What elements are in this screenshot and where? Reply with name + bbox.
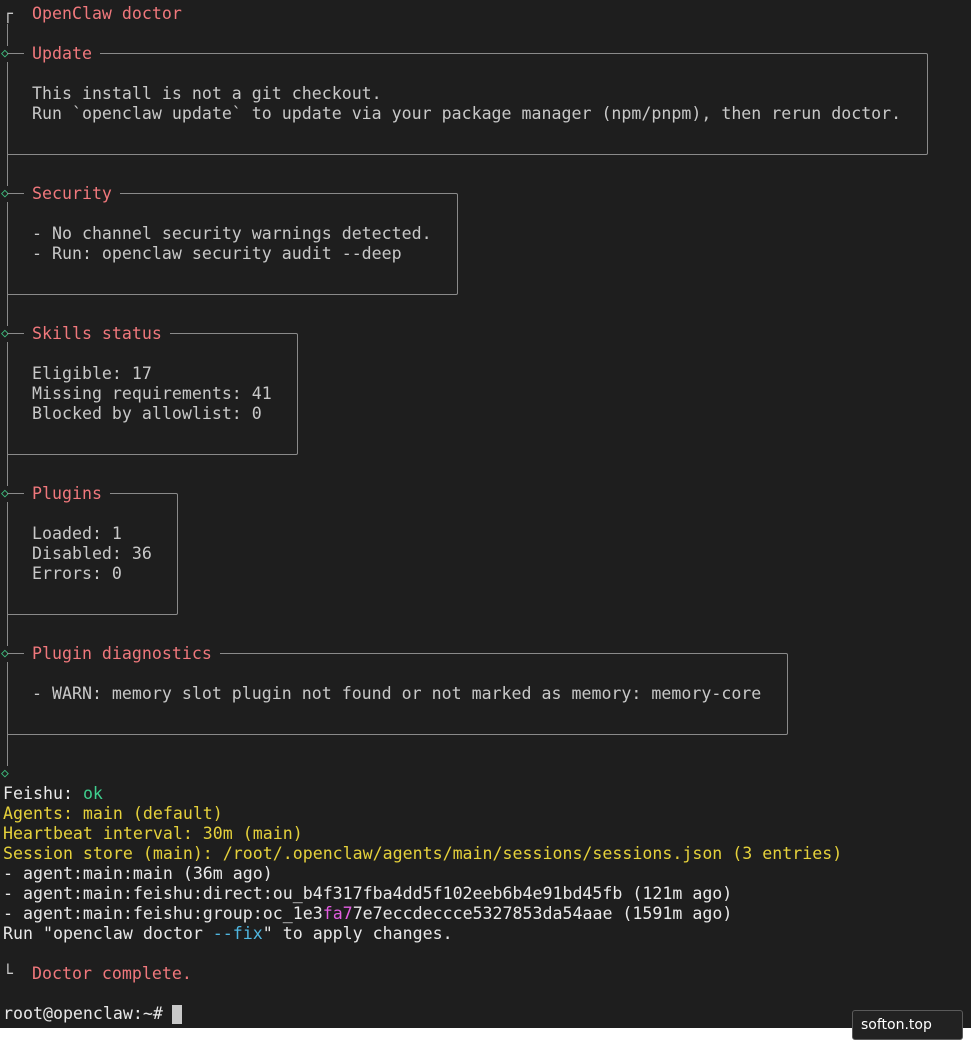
top-corner-glyph: ┌ [3, 4, 13, 23]
section-line: - No channel security warnings detected. [32, 224, 432, 243]
watermark-badge: softon.top [852, 1010, 963, 1040]
section-line: This install is not a git checkout. [32, 84, 382, 103]
session-store-line: Session store (main): /root/.openclaw/ag… [3, 844, 843, 863]
section-line: Missing requirements: 41 [32, 384, 272, 403]
fix-hint-prefix: Run "openclaw doctor [3, 924, 213, 943]
section-line: Blocked by allowlist: 0 [32, 404, 262, 423]
heartbeat-line: Heartbeat interval: 30m (main) [3, 824, 303, 843]
session-entry: - agent:main:main (36m ago) [3, 864, 273, 883]
guide-line [7, 24, 8, 46]
section-line: Loaded: 1 [32, 524, 122, 543]
diamond-icon: ◇ [1, 766, 9, 781]
section-title: Plugins [24, 484, 110, 504]
section-title: Plugin diagnostics [24, 644, 220, 664]
section-line: - WARN: memory slot plugin not found or … [32, 684, 762, 703]
section-line: - Run: openclaw security audit --deep [32, 244, 402, 263]
section-line: Eligible: 17 [32, 364, 152, 383]
fix-hint-line: Run "openclaw doctor --fix" to apply cha… [3, 924, 453, 944]
doctor-complete-message: Doctor complete. [32, 964, 192, 983]
session-entry: - agent:main:feishu:group:oc_1e3fa77e7ec… [3, 904, 732, 924]
fix-flag: --fix [212, 924, 263, 943]
section-title: Skills status [24, 324, 170, 344]
agents-line: Agents: main (default) [3, 804, 223, 823]
session-entry-prefix: - agent:main:feishu:group:oc_1e3 [3, 904, 323, 923]
session-entry-suffix: 7e7eccdeccce5327853da54aae (1591m ago) [352, 904, 733, 923]
section-line: Disabled: 36 [32, 544, 152, 563]
section-line: Run `openclaw update` to update via your… [32, 104, 902, 123]
feishu-ok-value: ok [82, 784, 103, 803]
section-title: Security [24, 184, 120, 204]
feishu-status-line: Feishu: ok [3, 784, 103, 804]
section-line: Errors: 0 [32, 564, 122, 583]
feishu-label: Feishu: [3, 784, 83, 803]
bottom-corner-glyph: └ [3, 964, 13, 983]
fix-hint-suffix: " to apply changes. [262, 924, 453, 943]
terminal-cursor[interactable] [172, 1005, 182, 1024]
terminal-window[interactable]: ┌ OpenClaw doctor ◇ Update This install … [0, 0, 971, 1028]
section-title: Update [24, 44, 100, 64]
shell-prompt: root@openclaw:~# [3, 1004, 173, 1023]
doctor-title: OpenClaw doctor [32, 4, 182, 23]
session-entry: - agent:main:feishu:direct:ou_b4f317fba4… [3, 884, 733, 903]
session-entry-highlight: fa7 [322, 904, 353, 923]
